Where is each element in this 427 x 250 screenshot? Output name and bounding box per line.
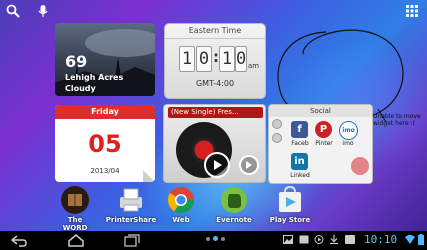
image-notification-icon[interactable] [299, 235, 309, 244]
evernote-app-icon[interactable] [219, 185, 249, 215]
weather-location: Lehigh Acres [65, 73, 124, 82]
imo-label: imo [342, 140, 354, 147]
wifi-icon [405, 235, 415, 244]
page-indicator-dot [206, 237, 210, 241]
printershare-app-icon[interactable] [116, 185, 146, 215]
clock-hour-digit-1: 1 [179, 46, 195, 72]
clock-gmt-offset: GMT-4:00 [195, 79, 235, 88]
linkedin-icon[interactable]: in [291, 153, 308, 170]
page-indicator-dot [221, 237, 225, 241]
media-notification-icon[interactable] [314, 235, 324, 244]
battery-icon [418, 234, 424, 245]
music-widget[interactable]: (New Single) Fres... [163, 104, 266, 183]
app-drawer-icon[interactable] [405, 4, 419, 18]
web-label: Web [172, 216, 190, 224]
social-page-dot[interactable] [272, 119, 282, 129]
calendar-weekday: Friday [91, 107, 119, 116]
home-icon[interactable] [67, 234, 85, 247]
weather-condition: Cloudy [65, 84, 96, 93]
calendar-widget[interactable]: Friday 05 2013/04 [55, 105, 155, 182]
page-indicator-dot-active [213, 236, 218, 241]
evernote-label: Evernote [216, 216, 252, 224]
printershare-label: PrinterShare [105, 216, 157, 224]
status-bar-clock[interactable]: 10:10 [364, 233, 397, 246]
social-header: Social [269, 105, 372, 117]
social-page-dot[interactable] [272, 133, 282, 143]
linkedin-label: Linked [290, 172, 310, 179]
clock-minute-digit-2: 0 [235, 46, 247, 72]
facebook-icon[interactable]: f [291, 121, 308, 138]
weather-widget[interactable]: 69 Lehigh Acres Cloudy [55, 23, 155, 96]
play-store-label: Play Store [269, 216, 311, 224]
back-icon[interactable] [10, 234, 28, 247]
clock-hour-digit-2: 0 [196, 46, 212, 72]
recent-apps-icon[interactable] [123, 234, 141, 247]
microphone-icon[interactable] [36, 4, 50, 18]
play-button[interactable] [204, 152, 230, 178]
the-word-app-icon[interactable] [60, 185, 90, 215]
handwritten-note: Unable to move widget here :( [373, 113, 421, 127]
weather-temperature: 69 [65, 52, 88, 71]
app-notification-icon[interactable] [345, 235, 355, 244]
social-widget[interactable]: Social f Faceb P Pinter imo imo in Linke… [268, 104, 373, 184]
chat-bubble-icon [351, 157, 369, 175]
calendar-page-fold [143, 170, 155, 182]
search-icon[interactable] [6, 4, 20, 18]
calendar-year-month: 2013/04 [90, 167, 120, 175]
calendar-day: 05 [88, 130, 122, 158]
imo-icon[interactable]: imo [339, 121, 358, 140]
clock-ampm: am [248, 62, 260, 70]
gallery-notification-icon[interactable] [283, 235, 293, 244]
web-browser-app-icon[interactable] [166, 185, 196, 215]
pinterest-icon[interactable]: P [315, 121, 332, 138]
clock-timezone-header: Eastern Time [165, 24, 265, 39]
play-store-app-icon[interactable] [275, 185, 305, 215]
next-track-button[interactable] [239, 155, 259, 175]
music-track-title: (New Single) Fres... [168, 107, 263, 118]
clock-minute-digit-1: 1 [219, 46, 235, 72]
clock-widget[interactable]: Eastern Time 1 0 : 1 0 am GMT-4:00 [164, 23, 266, 99]
the-word-label: The WORD [62, 216, 88, 232]
download-notification-icon[interactable] [330, 235, 338, 244]
